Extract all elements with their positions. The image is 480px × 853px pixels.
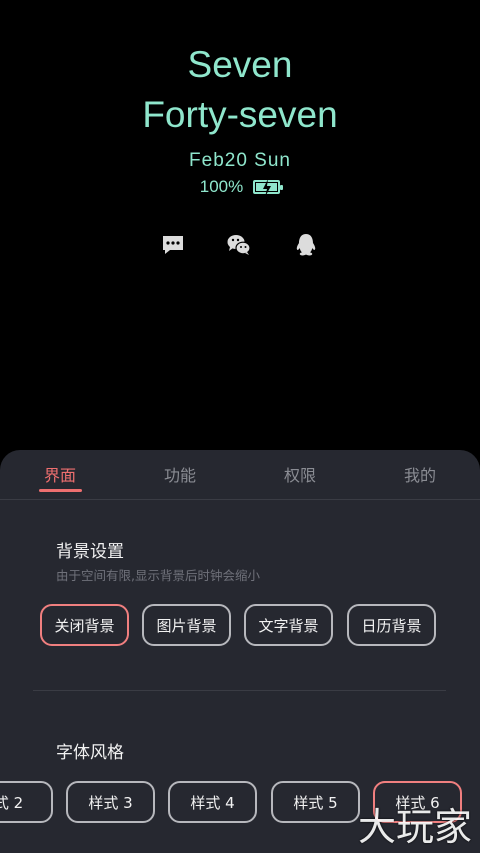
settings-sheet: 界面 功能 权限 我的 背景设置 由于空间有限,显示背景后时钟会缩小 关闭背景 …: [0, 450, 480, 853]
section-divider: [33, 690, 446, 691]
message-icon: [163, 236, 183, 254]
bg-option-image[interactable]: 图片背景: [142, 604, 231, 646]
lock-clock-preview: Seven Forty-seven Feb20 Sun 100%: [0, 0, 480, 450]
wechat-icon: [227, 235, 251, 255]
font-style-2[interactable]: 式 2: [0, 781, 53, 823]
background-settings-title: 背景设置: [56, 542, 124, 562]
watermark-logo: 大玩家: [357, 805, 472, 849]
date-label: Feb20 Sun: [189, 150, 291, 171]
font-style-4[interactable]: 样式 4: [168, 781, 257, 823]
font-style-5[interactable]: 样式 5: [271, 781, 360, 823]
font-style-3[interactable]: 样式 3: [66, 781, 155, 823]
bg-option-calendar[interactable]: 日历背景: [347, 604, 436, 646]
tab-features[interactable]: 功能: [140, 462, 220, 486]
time-hour: Seven: [187, 44, 293, 85]
notification-icons: [0, 232, 480, 260]
tab-interface[interactable]: 界面: [20, 462, 100, 486]
battery-status: 100%: [0, 177, 480, 197]
time-minute: Forty-seven: [142, 94, 338, 135]
background-settings-subtitle: 由于空间有限,显示背景后时钟会缩小: [56, 568, 260, 583]
tab-mine[interactable]: 我的: [380, 462, 460, 486]
tab-bar: 界面 功能 权限 我的: [0, 450, 480, 500]
qq-icon: [296, 234, 316, 256]
battery-charging-icon: [253, 179, 284, 197]
bg-option-text[interactable]: 文字背景: [244, 604, 333, 646]
battery-percent: 100%: [199, 177, 244, 196]
active-tab-indicator: [39, 489, 82, 492]
tab-permissions[interactable]: 权限: [260, 462, 340, 486]
font-style-title: 字体风格: [56, 743, 124, 763]
bg-option-off[interactable]: 关闭背景: [40, 604, 129, 646]
